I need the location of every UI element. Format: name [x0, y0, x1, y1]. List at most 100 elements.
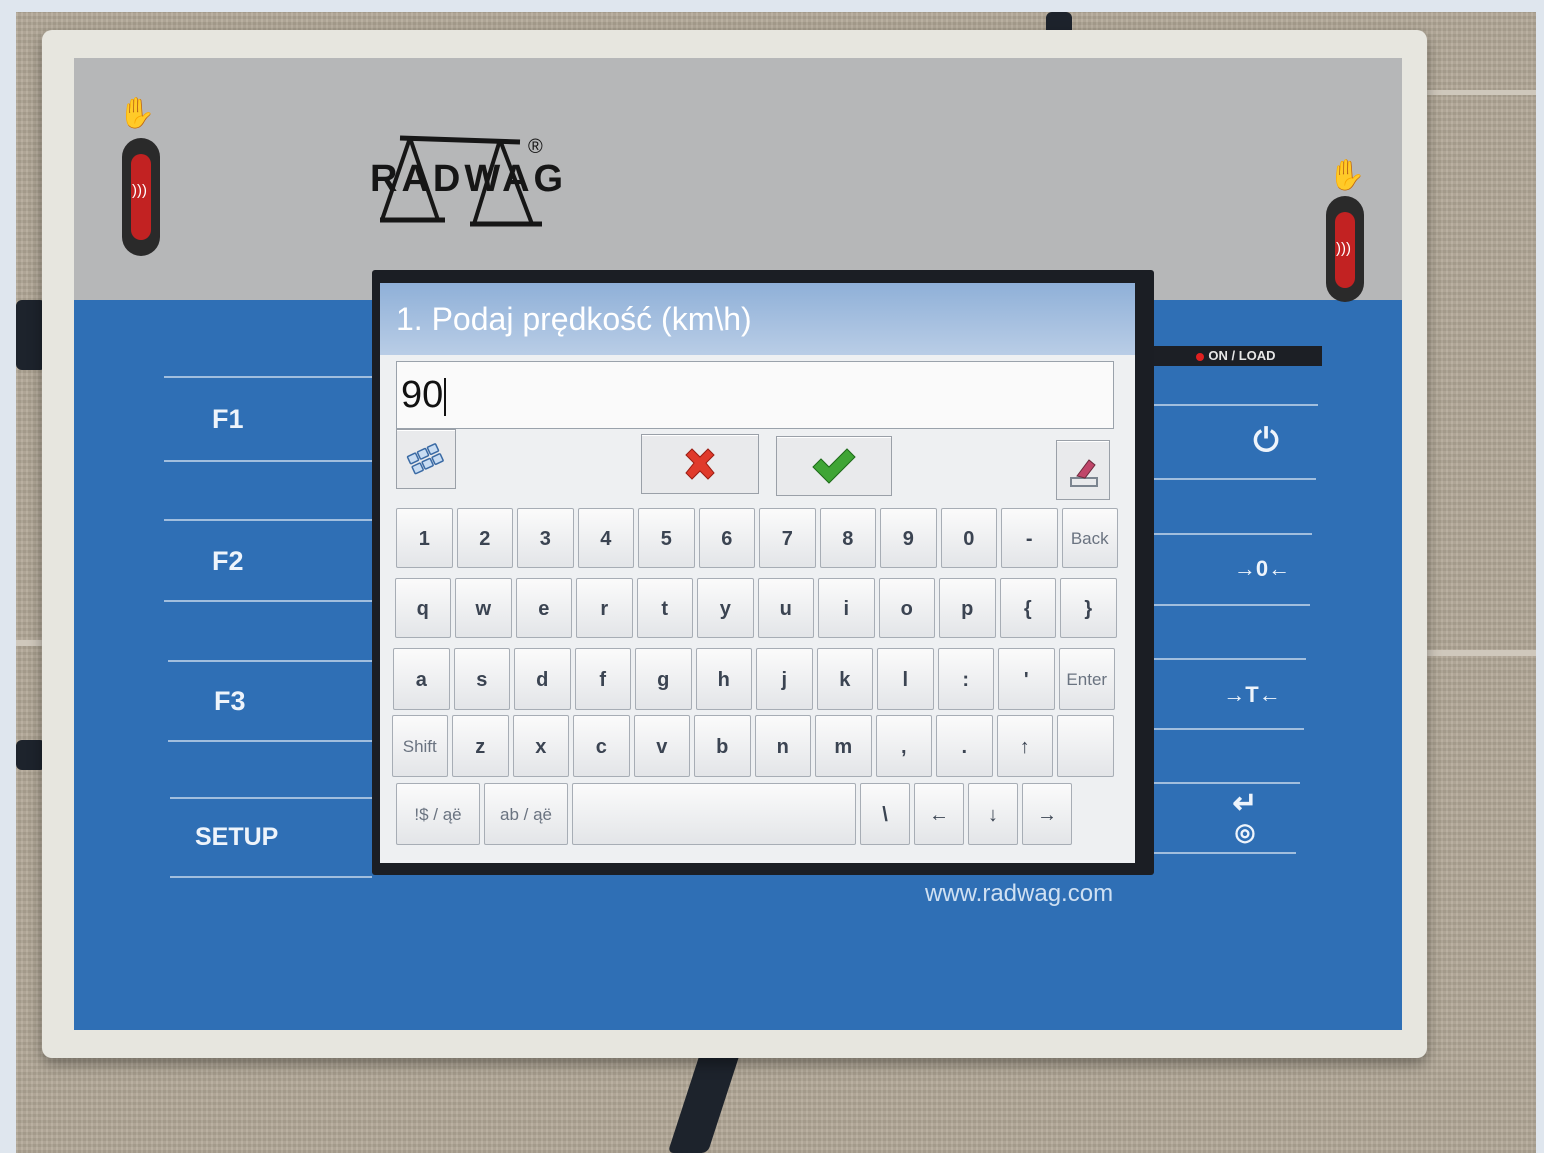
status-led: [1196, 352, 1205, 361]
key-,[interactable]: ,: [875, 715, 932, 777]
setup-key[interactable]: SETUP: [195, 823, 278, 852]
key-q[interactable]: q: [394, 578, 451, 638]
f3-key[interactable]: F3: [214, 686, 246, 717]
symbols-key[interactable]: !$ / ąë: [396, 783, 480, 845]
divider: [1146, 533, 1312, 535]
key--[interactable]: -: [1001, 508, 1058, 568]
clear-button[interactable]: [1056, 440, 1110, 500]
divider: [164, 460, 372, 462]
key-x[interactable]: x: [512, 715, 569, 777]
key-8[interactable]: 8: [819, 508, 876, 568]
down-arrow-key[interactable]: ↓: [968, 783, 1018, 845]
key-3[interactable]: 3: [517, 508, 574, 568]
key-.[interactable]: .: [936, 715, 993, 777]
zero-button[interactable]: →0←: [1222, 556, 1302, 582]
key-u[interactable]: u: [757, 578, 814, 638]
divider: [168, 740, 372, 742]
proximity-reader-left[interactable]: ))): [122, 138, 160, 256]
key-i[interactable]: i: [818, 578, 875, 638]
divider: [1130, 852, 1296, 854]
wall-grout: [1420, 650, 1536, 656]
key-back[interactable]: Back: [1061, 508, 1118, 568]
key-j[interactable]: j: [756, 648, 813, 710]
red-x-icon: [685, 448, 715, 480]
key-}[interactable]: }: [1060, 578, 1117, 638]
divider: [164, 376, 372, 378]
key-5[interactable]: 5: [638, 508, 695, 568]
green-check-icon: [812, 448, 856, 484]
key-z[interactable]: z: [452, 715, 509, 777]
divider: [170, 797, 372, 799]
key-k[interactable]: k: [816, 648, 873, 710]
letters-key[interactable]: ab / ąë: [484, 783, 568, 845]
key-n[interactable]: n: [754, 715, 811, 777]
key-h[interactable]: h: [695, 648, 752, 710]
key-y[interactable]: y: [697, 578, 754, 638]
input-value: 90: [401, 374, 444, 416]
key-9[interactable]: 9: [880, 508, 937, 568]
key-g[interactable]: g: [635, 648, 692, 710]
key-4[interactable]: 4: [577, 508, 634, 568]
keyboard-toggle-button[interactable]: [396, 429, 456, 489]
key-c[interactable]: c: [573, 715, 630, 777]
right-arrow-key[interactable]: →: [1022, 783, 1072, 845]
key-a[interactable]: a: [393, 648, 450, 710]
key-shift[interactable]: Shift: [391, 715, 448, 777]
key-l[interactable]: l: [877, 648, 934, 710]
website-url: www.radwag.com: [925, 880, 1114, 907]
cancel-button[interactable]: [641, 434, 759, 494]
key-0[interactable]: 0: [940, 508, 997, 568]
f1-key[interactable]: F1: [212, 404, 244, 435]
key-{[interactable]: {: [999, 578, 1056, 638]
wireless-icon: ))): [132, 182, 147, 199]
key-7[interactable]: 7: [759, 508, 816, 568]
key-s[interactable]: s: [453, 648, 510, 710]
print-icon: ◎: [1234, 819, 1256, 846]
key-enter[interactable]: Enter: [1058, 648, 1115, 710]
radwag-logo: RADWAG ®: [370, 132, 563, 228]
key-p[interactable]: p: [939, 578, 996, 638]
eraser-icon: [1070, 459, 1098, 487]
divider: [168, 660, 372, 662]
speed-input[interactable]: 90: [396, 361, 1114, 429]
key-f[interactable]: f: [574, 648, 631, 710]
key-t[interactable]: t: [636, 578, 693, 638]
confirm-button[interactable]: [776, 436, 892, 496]
key-'[interactable]: ': [998, 648, 1055, 710]
key-d[interactable]: d: [514, 648, 571, 710]
onload-indicator: ON / LOAD: [1150, 346, 1322, 366]
key-e[interactable]: e: [515, 578, 572, 638]
spacebar[interactable]: [572, 783, 856, 845]
divider: [1150, 478, 1316, 480]
divider: [170, 876, 372, 878]
hand-icon: ✋: [118, 97, 156, 130]
key-o[interactable]: o: [878, 578, 935, 638]
divider: [1134, 782, 1300, 784]
key-w[interactable]: w: [455, 578, 512, 638]
backslash-key[interactable]: \: [860, 783, 910, 845]
f2-key[interactable]: F2: [212, 546, 244, 577]
key-2[interactable]: 2: [456, 508, 513, 568]
enter-button[interactable]: ↵: [1220, 786, 1270, 821]
divider: [1140, 658, 1306, 660]
key-b[interactable]: b: [694, 715, 751, 777]
tare-button[interactable]: →T←: [1212, 682, 1292, 708]
key-6[interactable]: 6: [698, 508, 755, 568]
key-↑[interactable]: ↑: [996, 715, 1053, 777]
key-r[interactable]: r: [576, 578, 633, 638]
key-v[interactable]: v: [633, 715, 690, 777]
key-1[interactable]: 1: [396, 508, 453, 568]
key-m[interactable]: m: [815, 715, 872, 777]
divider: [1144, 604, 1310, 606]
proximity-reader-right[interactable]: ))): [1326, 196, 1364, 302]
touchscreen: 1. Podaj prędkość (km\h) 90 1234567890-B…: [380, 283, 1135, 863]
divider: [164, 519, 372, 521]
power-button[interactable]: ⏻: [1236, 422, 1296, 460]
text-caret: [444, 377, 447, 416]
key-blank[interactable]: [1057, 715, 1114, 777]
wireless-icon: ))): [1336, 240, 1351, 257]
hand-icon: ✋: [1328, 159, 1366, 192]
left-arrow-key[interactable]: ←: [914, 783, 964, 845]
key-:[interactable]: :: [937, 648, 994, 710]
divider: [1138, 728, 1304, 730]
